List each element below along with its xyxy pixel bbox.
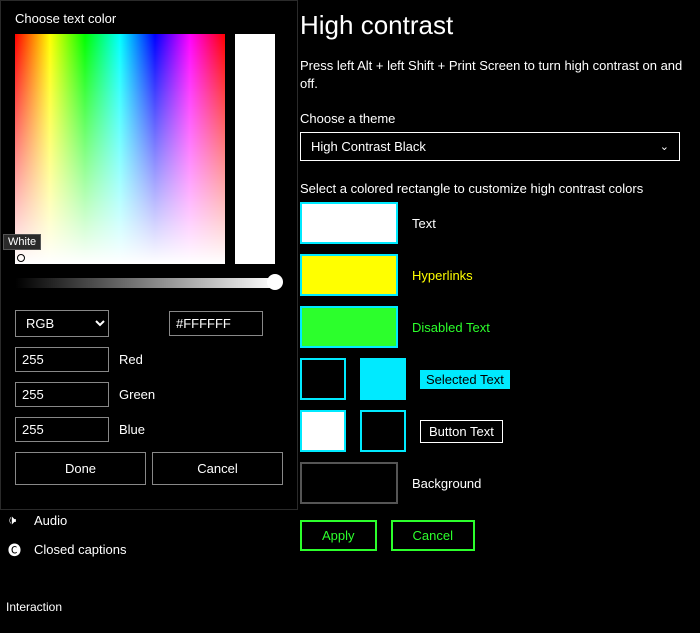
swatch-button-label: Button Text [420, 420, 503, 443]
red-input[interactable] [15, 347, 109, 372]
swatch-text[interactable] [300, 202, 398, 244]
swatch-disabled[interactable] [300, 306, 398, 348]
done-button[interactable]: Done [15, 452, 146, 485]
swatch-text-label: Text [412, 216, 436, 231]
sidebar-item-label: Audio [34, 513, 67, 528]
green-input[interactable] [15, 382, 109, 407]
color-preview [235, 34, 275, 264]
theme-value: High Contrast Black [311, 139, 426, 154]
color-mode-select[interactable]: RGB [15, 310, 109, 337]
swatch-disabled-label: Disabled Text [412, 320, 490, 335]
sidebar-item-audio[interactable]: 🕩 Audio [8, 506, 127, 534]
sidebar-item-closed-captions[interactable]: 🅒 Closed captions [8, 534, 127, 565]
picker-cancel-button[interactable]: Cancel [152, 452, 283, 485]
swatch-background-label: Background [412, 476, 481, 491]
choose-theme-label: Choose a theme [300, 111, 700, 126]
swatch-hyperlinks-label: Hyperlinks [412, 268, 473, 283]
value-slider[interactable] [15, 278, 277, 288]
chevron-down-icon: ⌄ [660, 140, 669, 153]
color-tooltip: White [3, 234, 41, 250]
swatch-selected-bg[interactable] [360, 358, 406, 400]
blue-input[interactable] [15, 417, 109, 442]
red-label: Red [119, 352, 143, 367]
sidebar-section-interaction: Interaction [6, 600, 62, 614]
green-label: Green [119, 387, 155, 402]
slider-thumb[interactable] [267, 274, 283, 290]
sidebar-item-label: Closed captions [34, 542, 127, 557]
theme-dropdown[interactable]: High Contrast Black ⌄ [300, 132, 680, 161]
swatch-hyperlinks[interactable] [300, 254, 398, 296]
swatch-button-fg[interactable] [300, 410, 346, 452]
saturation-box[interactable] [15, 34, 225, 264]
select-instruction: Select a colored rectangle to customize … [300, 181, 700, 196]
swatch-background[interactable] [300, 462, 398, 504]
shortcut-description: Press left Alt + left Shift + Print Scre… [300, 57, 690, 93]
cc-icon: 🅒 [8, 540, 24, 559]
hex-input[interactable] [169, 311, 263, 336]
swatch-selected-fg[interactable] [300, 358, 346, 400]
apply-button[interactable]: Apply [300, 520, 377, 551]
picker-title: Choose text color [15, 11, 283, 26]
color-picker-panel: Choose text color White RGB Red Green Bl… [0, 0, 298, 510]
page-title: High contrast [300, 10, 700, 41]
blue-label: Blue [119, 422, 145, 437]
swatch-selected-label: Selected Text [420, 370, 510, 389]
speaker-icon: 🕩 [8, 512, 24, 528]
cancel-button[interactable]: Cancel [391, 520, 475, 551]
swatch-button-bg[interactable] [360, 410, 406, 452]
